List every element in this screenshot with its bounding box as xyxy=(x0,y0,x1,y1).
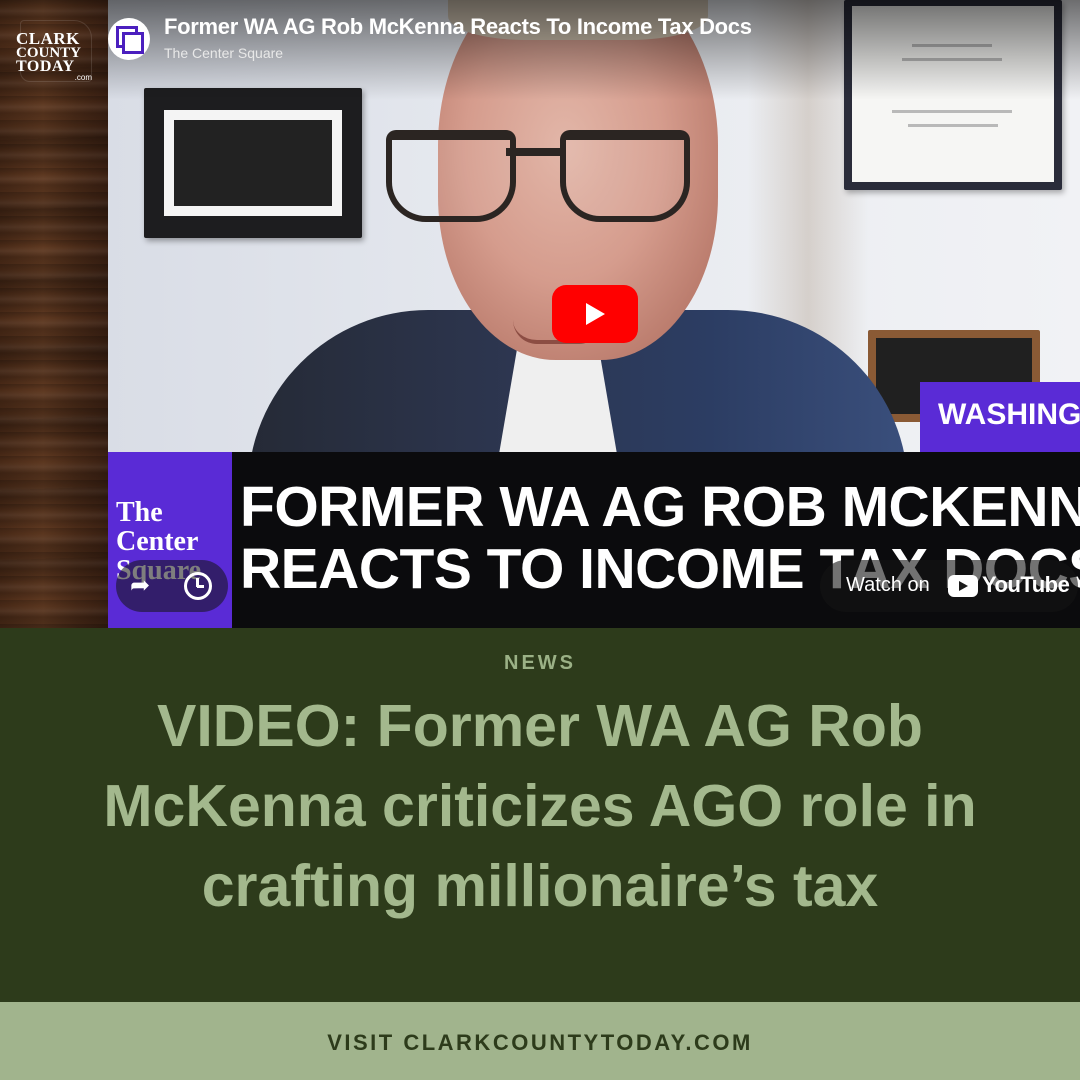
play-icon xyxy=(586,303,605,325)
glasses-left-lens xyxy=(386,130,516,222)
certificate-text-line xyxy=(892,110,1012,113)
youtube-wordmark: YouTube xyxy=(982,572,1070,597)
logo-line-clark: CLARK xyxy=(16,29,80,48)
location-tag: WASHING xyxy=(920,382,1080,452)
center-square-logo-icon[interactable] xyxy=(108,18,150,60)
channel-name[interactable]: The Center Square xyxy=(164,45,283,61)
brand-line-1: The xyxy=(116,497,163,528)
video-actions: ➦ xyxy=(116,560,228,612)
certificate-text-line xyxy=(908,124,998,127)
clark-county-today-logo: CLARK COUNTY TODAY .com xyxy=(16,29,92,82)
video-title[interactable]: Former WA AG Rob McKenna Reacts To Incom… xyxy=(164,14,752,40)
brand-line-2: Center xyxy=(116,526,199,557)
logo-suffix: .com xyxy=(74,73,92,82)
youtube-play-icon xyxy=(948,575,978,597)
headline-line-1: FORMER WA AG ROB MCKENN xyxy=(240,475,1080,539)
article-title[interactable]: VIDEO: Former WA AG Rob McKenna criticiz… xyxy=(80,686,1000,926)
glasses-right-lens xyxy=(560,130,690,222)
watch-on-youtube-button[interactable]: Watch on YouTube xyxy=(820,560,1078,612)
logo-square-front xyxy=(122,32,144,54)
youtube-embed[interactable]: Former WA AG Rob McKenna Reacts To Incom… xyxy=(108,0,1080,628)
category-label: NEWS xyxy=(504,652,576,674)
footer-bar: VISIT CLARKCOUNTYTODAY.COM xyxy=(0,1002,1080,1080)
wood-sidebar: CLARK COUNTY TODAY .com xyxy=(0,0,108,628)
social-card: CLARK COUNTY TODAY .com Former WA AG Rob… xyxy=(0,0,1080,1080)
share-icon[interactable]: ➦ xyxy=(130,572,150,600)
play-button[interactable] xyxy=(552,285,638,343)
article-panel: NEWS VIDEO: Former WA AG Rob McKenna cri… xyxy=(0,628,1080,1002)
clock-icon[interactable] xyxy=(184,572,212,600)
logo-line-today: TODAY xyxy=(16,58,75,75)
glasses-bridge xyxy=(506,148,562,156)
watch-on-label: Watch on xyxy=(846,574,930,596)
footer-link[interactable]: VISIT CLARKCOUNTYTODAY.COM xyxy=(0,1030,1080,1056)
